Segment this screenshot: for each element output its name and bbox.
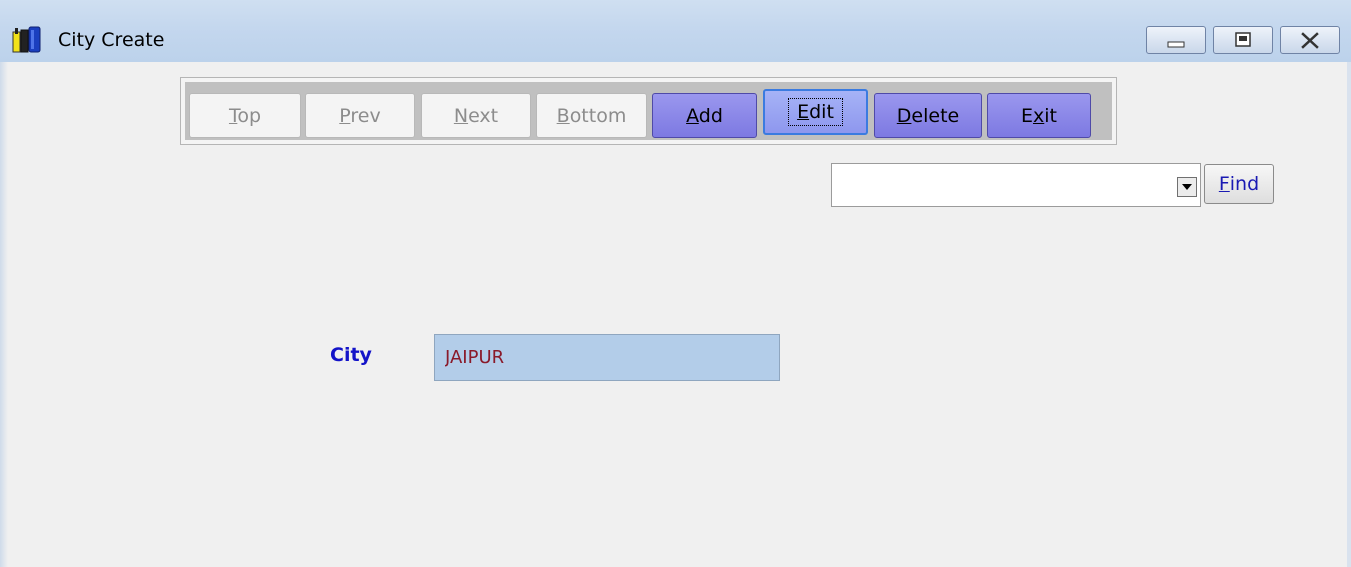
toolbar-panel: Top Prev Next Bottom Add Edit Delete Exi… [185, 82, 1112, 140]
title-bar[interactable]: City Create [0, 0, 1351, 62]
close-button[interactable] [1280, 26, 1340, 54]
city-input[interactable] [434, 334, 780, 381]
top-button[interactable]: Top [189, 93, 301, 138]
dropdown-arrow-button[interactable] [1177, 177, 1197, 197]
delete-button[interactable]: Delete [874, 93, 982, 138]
window-right-edge [1347, 62, 1351, 567]
find-button[interactable]: Find [1204, 164, 1274, 204]
window-left-edge [0, 62, 8, 567]
edit-button[interactable]: Edit [763, 89, 868, 135]
exit-button[interactable]: Exit [987, 93, 1091, 138]
app-books-icon [12, 24, 42, 54]
navigation-toolbar: Top Prev Next Bottom Add Edit Delete Exi… [180, 77, 1117, 145]
bottom-button[interactable]: Bottom [536, 93, 647, 138]
add-button[interactable]: Add [652, 93, 757, 138]
prev-button[interactable]: Prev [305, 93, 415, 138]
city-label: City [330, 344, 372, 366]
next-button[interactable]: Next [421, 93, 531, 138]
search-combobox[interactable] [831, 163, 1201, 207]
restore-button[interactable] [1213, 26, 1273, 54]
window-title: City Create [58, 29, 165, 51]
minimize-button[interactable] [1146, 26, 1206, 54]
city-create-window: City Create Top Prev Next Bottom Add Edi… [0, 0, 1351, 567]
